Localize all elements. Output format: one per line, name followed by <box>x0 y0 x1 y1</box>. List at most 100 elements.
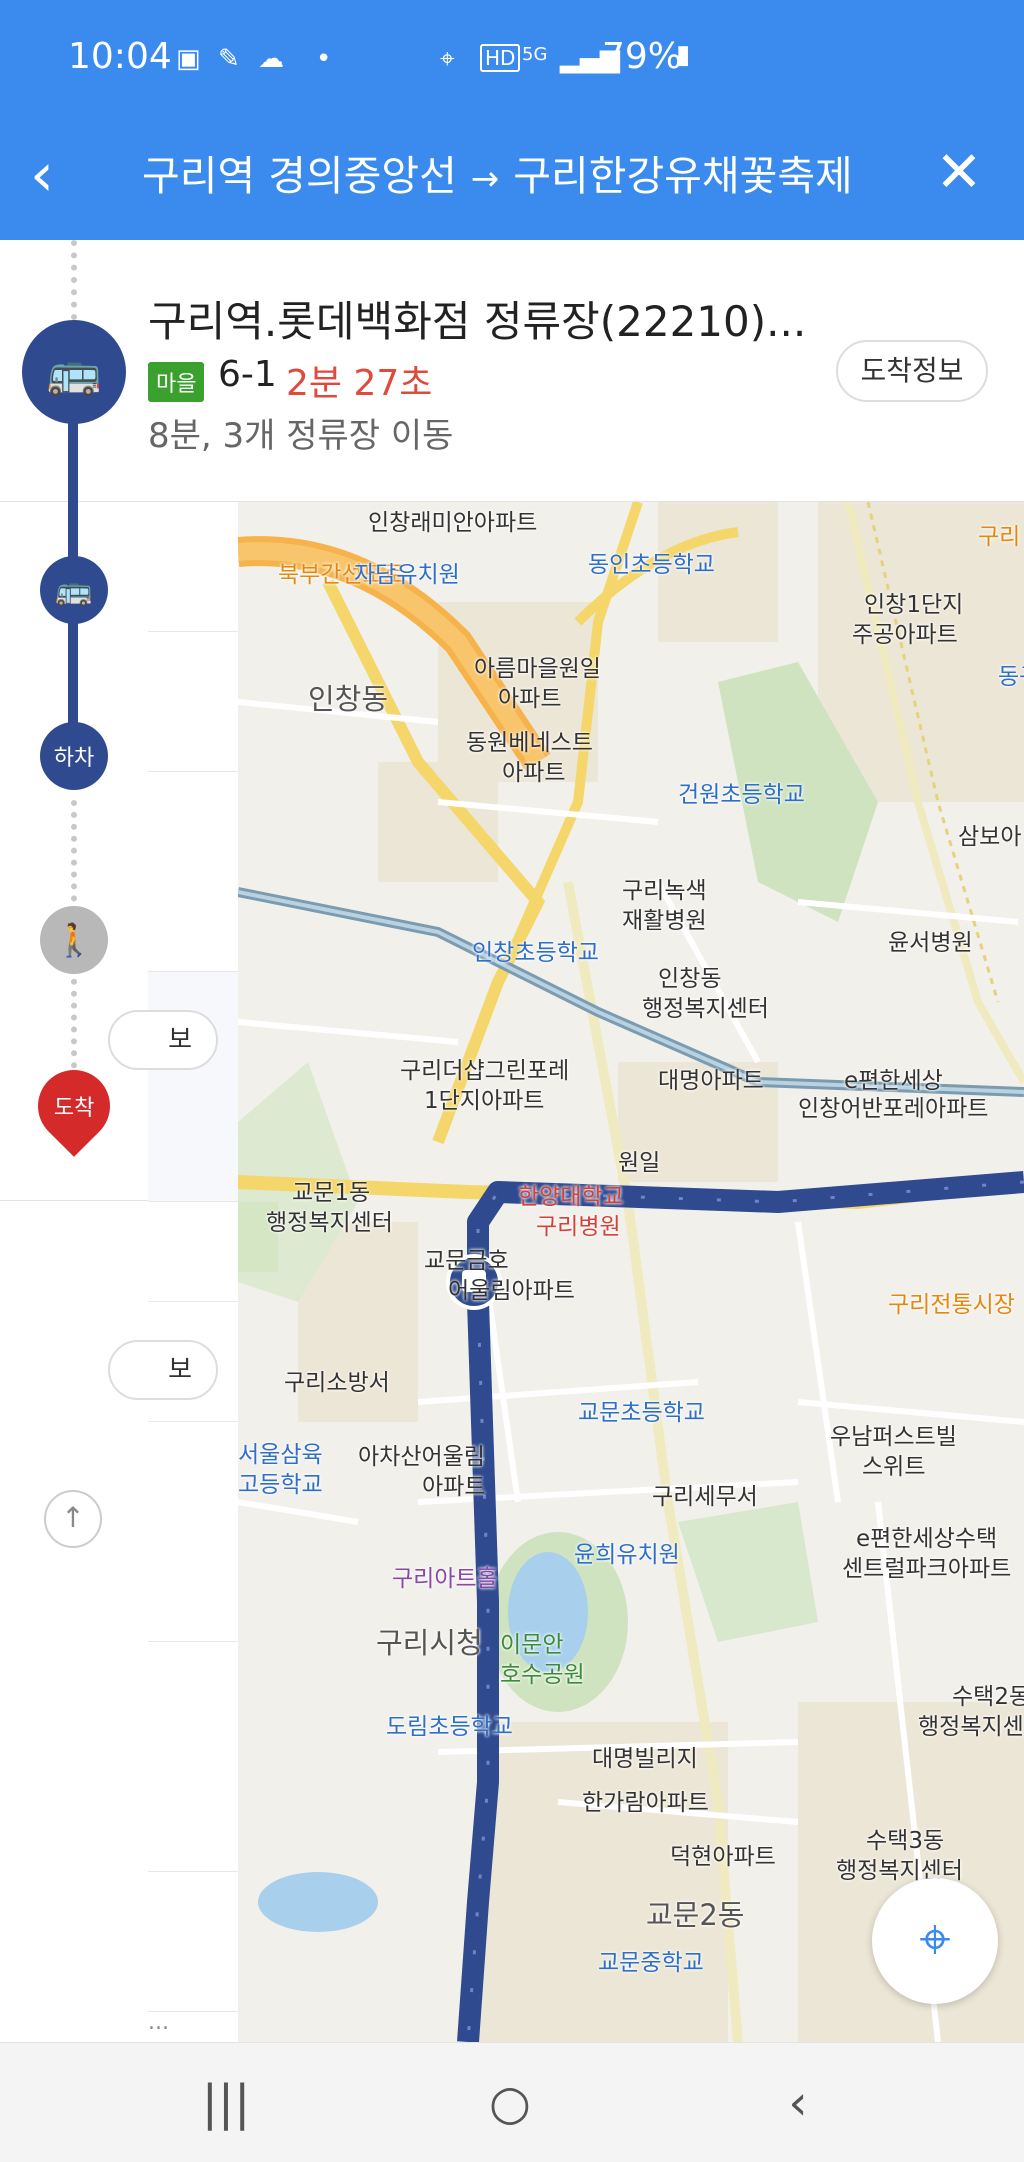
dot-icon: • <box>316 44 332 74</box>
map-label[interactable]: 교문2동 <box>646 1900 745 1930</box>
alight-marker: 하차 <box>40 722 108 790</box>
map-label[interactable]: 아파트 <box>422 1472 485 1502</box>
map-view[interactable]: 인창래미안아파트 동인초등학교 북부간선도로 자담유치원 인창1단지 주공아파트 아름마을원… <box>238 502 1024 2042</box>
map-label[interactable]: 구리더샵그린포레 <box>400 1056 569 1086</box>
recent-apps-button[interactable]: ||| <box>186 2071 266 2135</box>
map-label[interactable]: 인창동 <box>658 964 721 994</box>
list-item[interactable] <box>148 502 238 632</box>
map-label[interactable]: 주공아파트 <box>852 620 958 650</box>
map-label[interactable]: 한양대학교 <box>518 1182 624 1212</box>
map-label[interactable]: 구리시청 <box>376 1628 483 1658</box>
list-item[interactable] <box>148 1422 238 1642</box>
map-label[interactable]: 구리병원 <box>536 1212 621 1242</box>
map-label[interactable]: 우남퍼스트빌 <box>830 1422 957 1452</box>
map-label[interactable]: 고등학교 <box>238 1470 323 1500</box>
list-item[interactable] <box>148 1872 238 2012</box>
map-label[interactable]: 도림초등학교 <box>386 1712 513 1742</box>
map-label[interactable]: 동구 <box>998 662 1024 692</box>
map-label[interactable]: 건원초등학교 <box>678 780 805 810</box>
map-label[interactable]: 호수공원 <box>500 1660 585 1690</box>
map-label[interactable]: 인창초등학교 <box>472 938 599 968</box>
map-label[interactable]: 1단지아파트 <box>424 1086 544 1116</box>
map-label[interactable]: 구리아트홀 <box>392 1564 498 1594</box>
arrival-info-button[interactable]: 도착정보 <box>836 340 988 402</box>
gallery-icon: ▣ <box>176 44 201 74</box>
map-label[interactable]: 수택3동 <box>866 1826 944 1856</box>
map-label[interactable]: 행정복지센터 <box>266 1208 393 1238</box>
home-button[interactable]: ○ <box>470 2071 550 2135</box>
close-icon: ✕ <box>935 140 983 205</box>
map-label[interactable]: 행정복지센 <box>918 1712 1024 1742</box>
close-button[interactable]: ✕ <box>924 138 994 208</box>
list-item[interactable] <box>148 772 238 972</box>
map-label[interactable]: 인창1단지 <box>864 590 963 620</box>
map-label[interactable]: 구리세무서 <box>652 1482 758 1512</box>
map-label[interactable]: 서울삼육 <box>238 1440 323 1470</box>
map-label[interactable]: 교문금호 <box>424 1246 509 1276</box>
origin-label: 구리역 경의중앙선 <box>142 152 457 200</box>
crosshair-icon: ⌖ <box>919 1907 951 1972</box>
scroll-top-button[interactable]: ↑ <box>44 1490 102 1548</box>
map-label[interactable]: 교문중학교 <box>598 1948 704 1978</box>
map-label[interactable]: 스위트 <box>862 1452 925 1482</box>
list-item[interactable] <box>148 1642 238 1872</box>
status-bar: 10:04 ▣ ✎ ☁ • ⌖ HD 5G ▂▄▆ 79% ▮ <box>0 0 1024 118</box>
map-label[interactable]: 인창래미안아파트 <box>368 508 537 538</box>
map-label[interactable]: 구리 <box>978 522 1020 552</box>
list-item[interactable] <box>148 632 238 772</box>
map-label[interactable]: 동원베네스트 <box>466 728 593 758</box>
map-label[interactable]: 한가람아파트 <box>582 1788 709 1818</box>
back-button[interactable]: ‹ <box>30 140 100 210</box>
map-label[interactable]: 인창어반포레아파트 <box>798 1094 988 1124</box>
map-label[interactable]: 구리전통시장 <box>888 1290 1015 1320</box>
map-label[interactable]: 구리소방서 <box>284 1368 390 1398</box>
list-item[interactable] <box>148 1202 238 1302</box>
map-label[interactable]: 아파트 <box>502 758 565 788</box>
map-label[interactable]: 교문1동 <box>292 1178 370 1208</box>
my-location-button[interactable]: ⌖ <box>872 1878 998 2004</box>
map-label[interactable]: 아차산어울림 <box>358 1442 485 1472</box>
map-label[interactable]: 덕현아파트 <box>670 1842 776 1872</box>
battery-level: 79% <box>602 36 683 77</box>
arrive-label: 도착 <box>53 1096 95 1122</box>
alight-label: 하차 <box>53 746 95 771</box>
step-summary: 8분, 3개 정류장 이동 <box>148 416 454 456</box>
walk-icon: 🚶 <box>40 906 108 974</box>
map-label[interactable]: 원일 <box>618 1148 660 1178</box>
current-step-card[interactable]: 구리역.롯데백화점 정류장(22210)... 마을 6-1 2분 27초 8분… <box>0 240 1024 502</box>
map-label[interactable]: 재활병원 <box>622 906 707 936</box>
map-label[interactable]: 아파트 <box>498 684 561 714</box>
map-label[interactable]: 이문안 <box>500 1630 563 1660</box>
map-label[interactable]: 수택2동 <box>952 1682 1024 1712</box>
list-item[interactable] <box>148 972 238 1202</box>
map-label[interactable]: 인창동 <box>308 684 388 714</box>
map-label[interactable]: 대명아파트 <box>658 1066 764 1096</box>
map-label[interactable]: 삼보아 <box>958 822 1021 852</box>
map-label[interactable]: 구리녹색 <box>622 876 707 906</box>
map-label[interactable]: 윤서병원 <box>888 928 973 958</box>
system-back-button[interactable]: ‹ <box>758 2071 838 2135</box>
map-label[interactable]: 아름마을원일 <box>474 654 601 684</box>
cloud-icon: ☁ <box>258 44 284 74</box>
map-label[interactable]: 센트럴파크아파트 <box>842 1554 1011 1584</box>
map-label[interactable]: e편한세상수택 <box>856 1524 997 1554</box>
map-label[interactable]: 어울림아파트 <box>448 1276 575 1306</box>
destination-pin-icon: 도착 <box>23 1055 125 1157</box>
hd-icon: HD <box>480 44 521 72</box>
chevron-left-icon: ‹ <box>788 2075 808 2131</box>
5g-icon: 5G <box>522 44 548 65</box>
map-label[interactable]: e편한세상 <box>844 1066 943 1096</box>
arrow-up-icon: ↑ <box>61 1501 85 1534</box>
divider <box>0 1200 148 1201</box>
map-label[interactable]: 자담유치원 <box>354 560 460 590</box>
map-label[interactable]: 동인초등학교 <box>588 550 715 580</box>
route-timeline: 🚌 🚌 하차 🚶 도착 ↑ <box>0 240 148 2042</box>
route-header: ‹ 구리역 경의중앙선 → 구리한강유채꽃축제 ✕ <box>0 118 1024 240</box>
chevron-left-icon: ‹ <box>30 140 54 210</box>
recent-apps-icon: ||| <box>201 2075 251 2131</box>
bus-stop-icon: 🚌 <box>40 556 108 624</box>
map-label[interactable]: 대명빌리지 <box>592 1744 698 1774</box>
map-label[interactable]: 윤희유치원 <box>574 1540 680 1570</box>
map-label[interactable]: 행정복지센터 <box>642 994 769 1024</box>
map-label[interactable]: 교문초등학교 <box>578 1398 705 1428</box>
